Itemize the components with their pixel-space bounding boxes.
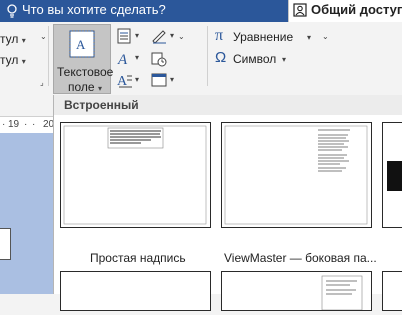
pi-icon: π	[215, 27, 224, 44]
signature-line-icon[interactable]	[151, 28, 167, 44]
chevron-down-icon[interactable]: ▾	[307, 33, 311, 42]
viewmaster-sidebar-preview	[224, 125, 368, 225]
object-icon[interactable]	[151, 73, 167, 87]
ruler-dots: ·	[2, 119, 6, 130]
gallery-item-viewmaster-sidebar[interactable]	[221, 122, 372, 228]
date-time-icon[interactable]	[151, 51, 167, 67]
chevron-down-icon[interactable]: ⌄	[178, 32, 185, 41]
title-bar: Что вы хотите сделать? Общий доступ	[0, 0, 402, 22]
row2-preview	[321, 275, 363, 311]
drop-cap-icon[interactable]: A	[117, 72, 133, 88]
gallery-item-partial[interactable]	[382, 122, 402, 228]
gallery-header: Встроенный	[54, 95, 402, 115]
text-box-label-2: поле ▾	[68, 80, 102, 94]
chevron-down-icon[interactable]: ▾	[135, 53, 139, 62]
chevron-down-icon[interactable]: ▾	[282, 55, 286, 64]
quick-parts-icon[interactable]	[117, 28, 131, 44]
gallery-section-title: Встроенный	[64, 98, 139, 112]
ruler-dots: ·	[32, 119, 36, 130]
simple-text-box-preview	[63, 125, 207, 225]
share-label: Общий доступ	[311, 2, 402, 17]
document-page[interactable]	[0, 228, 11, 260]
chevron-down-icon[interactable]: ▾	[135, 75, 139, 84]
text-box-button[interactable]: A Текстовое поле ▾	[53, 24, 114, 94]
chevron-down-icon[interactable]: ▾	[170, 75, 174, 84]
chevron-down-icon[interactable]: ▾	[135, 31, 139, 40]
ruler-tick-19: 19	[8, 119, 20, 130]
text-box-gallery: Встроенный Простая надпись ViewMaster — …	[53, 95, 402, 311]
ribbon-left-item-2[interactable]: тул ▾	[0, 53, 26, 67]
svg-text:A: A	[117, 52, 128, 66]
share-person-icon	[293, 3, 307, 17]
chevron-down-icon[interactable]: ▾	[170, 31, 174, 40]
horizontal-ruler: · 19 · · 20	[0, 116, 60, 134]
gallery-item-caption: Простая надпись	[90, 251, 186, 265]
ribbon-left-item-1[interactable]: тул ▾	[0, 32, 26, 46]
chevron-down-icon[interactable]: ⌄	[322, 32, 329, 41]
ribbon: тул ▾ тул ▾ ⌄ ⌟ A Текстовое поле ▾ ▾ A ▾…	[0, 22, 402, 96]
svg-text:A: A	[117, 74, 128, 88]
gallery-item-caption: ViewMaster — боковая па...	[224, 251, 377, 265]
share-button[interactable]: Общий доступ	[288, 0, 402, 22]
document-area[interactable]	[0, 133, 54, 294]
dark-sidebar-preview	[387, 161, 402, 191]
ribbon-separator	[207, 26, 208, 86]
ribbon-separator	[48, 26, 49, 86]
group-expander-icon[interactable]: ⌟	[40, 78, 44, 87]
gallery-item-row2-3[interactable]	[382, 271, 402, 311]
svg-text:A: A	[76, 37, 86, 52]
gallery-item-simple-text-box[interactable]	[60, 122, 211, 228]
omega-icon: Ω	[215, 49, 227, 66]
chevron-down-icon[interactable]: ⌄	[40, 32, 47, 41]
tell-me-search[interactable]: Что вы хотите сделать?	[22, 2, 166, 17]
ruler-dots: ·	[24, 119, 28, 130]
symbol-label: Символ	[233, 52, 277, 66]
gallery-item-row2-1[interactable]	[60, 271, 211, 311]
gallery-item-row2-2[interactable]	[221, 271, 372, 311]
text-box-icon: A	[69, 30, 95, 58]
lightbulb-icon	[7, 4, 17, 18]
wordart-icon[interactable]: A	[117, 50, 133, 66]
text-box-label-1: Текстовое	[57, 65, 114, 79]
equation-label: Уравнение	[233, 30, 294, 44]
